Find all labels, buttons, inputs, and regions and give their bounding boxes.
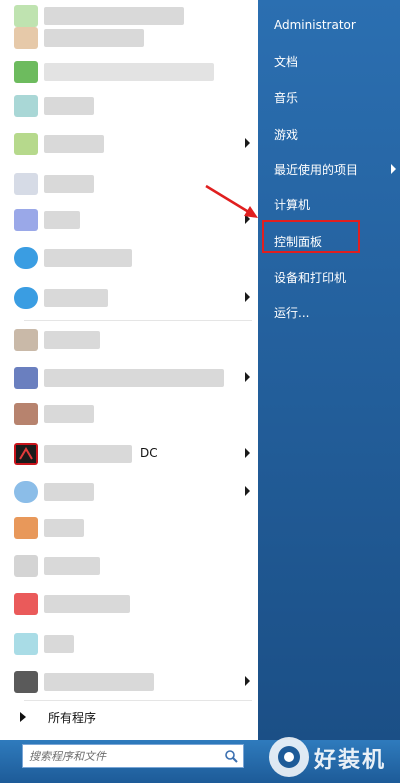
program-label-blurred [44, 97, 94, 115]
chevron-right-icon [245, 676, 250, 686]
program-icon [14, 517, 38, 539]
program-item-10[interactable] [10, 326, 254, 354]
program-label-blurred [44, 635, 74, 653]
program-label-blurred [44, 595, 130, 613]
program-icon [14, 95, 38, 117]
program-label-blurred [44, 519, 84, 537]
program-label-blurred [44, 331, 100, 349]
documents-link[interactable]: 文档 [266, 48, 396, 74]
computer-label: 计算机 [274, 198, 311, 212]
program-label-blurred [44, 483, 94, 501]
all-programs-button[interactable]: 所有程序 [10, 704, 254, 730]
program-item-8[interactable] [10, 244, 254, 272]
pinned-program-3[interactable] [10, 58, 254, 86]
control-panel-highlight [262, 220, 360, 253]
program-item-9[interactable] [10, 284, 254, 312]
all-programs-label: 所有程序 [48, 711, 97, 725]
program-item-pdf[interactable]: DC [10, 440, 254, 468]
chevron-right-icon [245, 138, 250, 148]
program-item-15[interactable] [10, 514, 254, 542]
music-link[interactable]: 音乐 [266, 84, 396, 110]
program-label-blurred [44, 673, 154, 691]
user-folder-link[interactable]: Administrator [266, 13, 396, 39]
menu-divider [24, 700, 252, 701]
program-item-5[interactable] [10, 130, 254, 158]
program-icon [14, 481, 38, 503]
program-icon [14, 403, 38, 425]
user-name: Administrator [274, 18, 356, 32]
acrobat-logo-icon [16, 445, 36, 463]
watermark-logo-icon [269, 737, 309, 777]
program-label-blurred [44, 445, 132, 463]
pdf-reader-icon [14, 443, 38, 465]
program-label-blurred [44, 63, 214, 81]
program-label-blurred [44, 289, 108, 307]
program-label-blurred [44, 175, 94, 193]
computer-link[interactable]: 计算机 [266, 191, 396, 217]
program-icon [14, 61, 38, 83]
menu-divider [24, 320, 252, 321]
program-icon [14, 287, 38, 309]
program-icon [14, 209, 38, 231]
program-item-16[interactable] [10, 552, 254, 580]
program-label-blurred [44, 557, 100, 575]
program-label-fragment: DC [140, 446, 158, 460]
program-icon [14, 329, 38, 351]
pinned-program-2[interactable] [10, 24, 254, 52]
program-icon [14, 367, 38, 389]
program-label-blurred [44, 405, 94, 423]
program-item-17[interactable] [10, 590, 254, 618]
program-label-blurred [44, 29, 144, 47]
program-item-14[interactable] [10, 478, 254, 506]
program-label-blurred [44, 249, 132, 267]
program-icon [14, 247, 38, 269]
search-icon[interactable] [224, 749, 238, 763]
program-icon [14, 133, 38, 155]
chevron-right-icon [245, 292, 250, 302]
run-label: 运行... [274, 306, 310, 320]
program-item-19[interactable] [10, 668, 254, 696]
program-label-blurred [44, 211, 80, 229]
music-label: 音乐 [274, 91, 299, 105]
devices-printers-link[interactable]: 设备和打印机 [266, 264, 396, 290]
chevron-right-icon [245, 486, 250, 496]
program-icon [14, 173, 38, 195]
program-label-blurred [44, 135, 104, 153]
chevron-right-icon [391, 164, 396, 174]
devices-printers-label: 设备和打印机 [274, 271, 347, 285]
start-menu-right-pane: Administrator 文档 音乐 游戏 最近使用的项目 计算机 控制面板 … [258, 0, 400, 740]
program-item-12[interactable] [10, 400, 254, 428]
run-link[interactable]: 运行... [266, 299, 396, 325]
watermark: 好装机 [262, 730, 400, 783]
search-input[interactable] [29, 748, 219, 764]
program-icon [14, 27, 38, 49]
chevron-right-icon [245, 372, 250, 382]
program-icon [14, 555, 38, 577]
games-link[interactable]: 游戏 [266, 121, 396, 147]
program-icon [14, 671, 38, 693]
recent-items-link[interactable]: 最近使用的项目 [266, 156, 396, 182]
program-item-18[interactable] [10, 630, 254, 658]
program-item-11[interactable] [10, 364, 254, 392]
games-label: 游戏 [274, 128, 299, 142]
triangle-right-icon [20, 712, 26, 722]
start-menu-programs-pane: DC 所有程序 [0, 0, 258, 740]
program-icon [14, 593, 38, 615]
search-box[interactable] [22, 744, 244, 768]
red-arrow-annotation [205, 184, 258, 218]
program-icon [14, 633, 38, 655]
recent-items-label: 最近使用的项目 [274, 163, 359, 177]
program-label-blurred [44, 369, 224, 387]
watermark-text: 好装机 [314, 748, 387, 773]
program-label-blurred [44, 7, 184, 25]
documents-label: 文档 [274, 55, 299, 69]
program-item-4[interactable] [10, 92, 254, 120]
chevron-right-icon [245, 448, 250, 458]
